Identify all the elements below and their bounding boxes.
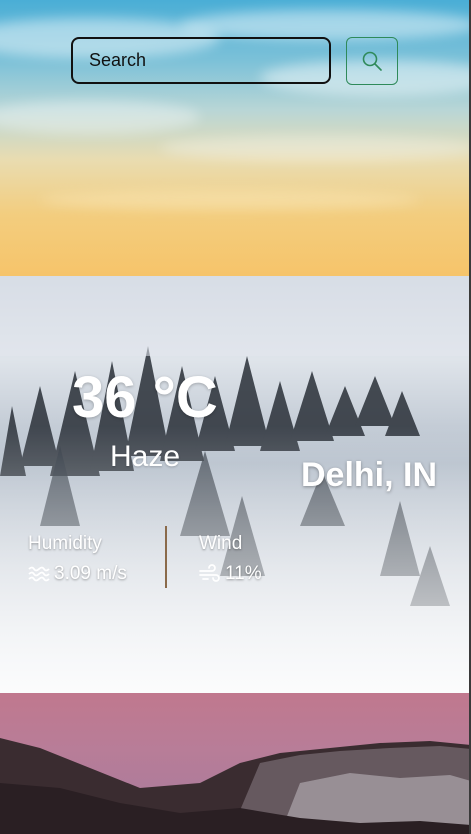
wind-value: 11%	[225, 563, 262, 584]
humidity-label: Humidity	[28, 533, 102, 554]
weather-condition: Haze	[110, 440, 181, 473]
humidity-stat: 3.09 m/s	[28, 563, 127, 585]
search-icon	[361, 50, 383, 72]
wind-stat: 11%	[199, 563, 262, 585]
temperature: 36 °C	[72, 365, 218, 430]
wind-icon	[199, 564, 221, 584]
stats-divider	[165, 526, 167, 588]
city-name: Delhi, IN	[301, 456, 438, 494]
search-input[interactable]	[71, 37, 331, 84]
mountain-background	[0, 693, 471, 834]
waves-icon	[28, 565, 50, 583]
search-button[interactable]	[346, 37, 398, 85]
humidity-value: 3.09 m/s	[54, 563, 127, 584]
sky-background	[0, 0, 471, 276]
wind-label: Wind	[199, 533, 243, 554]
